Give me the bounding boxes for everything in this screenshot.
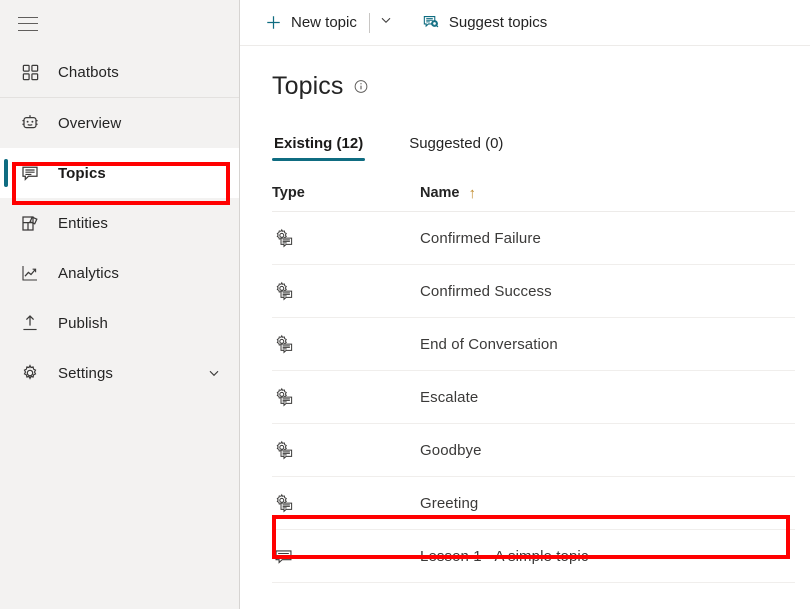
speech-bubble-icon xyxy=(18,161,42,185)
chevron-down-icon xyxy=(379,13,393,32)
sidebar-group-chatbots: Chatbots xyxy=(0,47,239,98)
topics-table: Type Name ↑ Confirmed Failure Confirmed … xyxy=(240,175,810,583)
suggest-topics-button[interactable]: Suggest topics xyxy=(416,7,553,39)
tab-list: Existing (12) Suggested (0) xyxy=(240,127,810,161)
tab-existing[interactable]: Existing (12) xyxy=(272,135,366,161)
table-row[interactable]: Confirmed Success xyxy=(272,265,795,318)
sidebar-item-entities[interactable]: Entities xyxy=(0,198,239,248)
cell-type xyxy=(272,386,420,408)
cell-name: End of Conversation xyxy=(420,335,558,353)
user-topic-icon xyxy=(272,545,294,567)
system-topic-icon xyxy=(272,280,294,302)
command-divider xyxy=(368,12,370,33)
cell-type xyxy=(272,439,420,461)
selection-indicator xyxy=(4,159,8,187)
table-row[interactable]: Confirmed Failure xyxy=(272,212,795,265)
sidebar-item-chatbots[interactable]: Chatbots xyxy=(0,47,239,97)
hamburger-icon[interactable] xyxy=(18,16,38,31)
cell-name: Goodbye xyxy=(420,441,482,459)
gear-icon xyxy=(18,361,42,385)
column-header-label: Type xyxy=(272,185,305,201)
tab-suggested[interactable]: Suggested (0) xyxy=(407,135,505,161)
cell-name: Lesson 1 - A simple topic xyxy=(420,547,589,565)
app-root: Chatbots Overview Topics Entities Analyt… xyxy=(0,0,810,609)
sidebar-item-label: Publish xyxy=(58,314,108,332)
cell-type xyxy=(272,227,420,249)
table-row[interactable]: Escalate xyxy=(272,371,795,424)
page-title-row: Topics xyxy=(240,46,810,101)
cell-type xyxy=(272,333,420,355)
table-header-row: Type Name ↑ xyxy=(272,175,795,212)
tab-label: Existing (12) xyxy=(274,135,364,152)
table-row-greeting[interactable]: Greeting xyxy=(272,477,795,530)
cell-type xyxy=(272,492,420,514)
sidebar-item-label: Settings xyxy=(58,364,113,382)
cell-type xyxy=(272,280,420,302)
system-topic-icon xyxy=(272,439,294,461)
sidebar-item-label: Chatbots xyxy=(58,63,119,81)
sidebar-item-publish[interactable]: Publish xyxy=(0,298,239,348)
table-row[interactable]: Goodbye xyxy=(272,424,795,477)
column-header-label: Name xyxy=(420,185,460,201)
sidebar-item-label: Analytics xyxy=(58,264,119,282)
new-topic-dropdown-button[interactable] xyxy=(372,7,400,39)
bot-face-icon xyxy=(18,111,42,135)
sidebar-item-topics[interactable]: Topics xyxy=(0,148,239,198)
new-topic-label: New topic xyxy=(291,14,357,31)
system-topic-icon xyxy=(272,333,294,355)
sidebar-item-settings[interactable]: Settings xyxy=(0,348,239,398)
suggest-topics-label: Suggest topics xyxy=(448,14,548,31)
sidebar-item-overview[interactable]: Overview xyxy=(0,98,239,148)
cell-name: Confirmed Success xyxy=(420,282,552,300)
chevron-down-icon[interactable] xyxy=(207,366,221,380)
page-title: Topics xyxy=(272,72,344,100)
sidebar-item-label: Topics xyxy=(58,164,106,182)
sort-ascending-arrow-icon: ↑ xyxy=(468,184,477,202)
plus-icon xyxy=(264,14,282,32)
tab-label: Suggested (0) xyxy=(409,135,504,152)
sidebar: Chatbots Overview Topics Entities Analyt… xyxy=(0,0,240,609)
sidebar-item-analytics[interactable]: Analytics xyxy=(0,248,239,298)
system-topic-icon xyxy=(272,386,294,408)
column-header-name[interactable]: Name ↑ xyxy=(420,185,795,201)
command-bar: New topic Suggest topics xyxy=(240,0,810,46)
table-row[interactable]: End of Conversation xyxy=(272,318,795,371)
entities-box-icon xyxy=(18,211,42,235)
info-circle-icon[interactable] xyxy=(353,79,369,95)
main-content: New topic Suggest topics Topics Existing… xyxy=(240,0,810,609)
sidebar-item-label: Overview xyxy=(58,114,122,132)
new-topic-button[interactable]: New topic xyxy=(258,7,363,39)
cell-name: Greeting xyxy=(420,494,479,512)
upload-icon xyxy=(18,311,42,335)
column-header-type[interactable]: Type xyxy=(272,185,420,201)
sidebar-header xyxy=(0,0,239,47)
cell-name: Confirmed Failure xyxy=(420,229,541,247)
system-topic-icon xyxy=(272,492,294,514)
suggest-topics-icon xyxy=(422,14,440,32)
cell-name: Escalate xyxy=(420,388,479,406)
sidebar-item-label: Entities xyxy=(58,214,108,232)
cell-type xyxy=(272,545,420,567)
line-chart-icon xyxy=(18,261,42,285)
table-row[interactable]: Lesson 1 - A simple topic xyxy=(272,530,795,583)
system-topic-icon xyxy=(272,227,294,249)
grid-apps-icon xyxy=(18,60,42,84)
